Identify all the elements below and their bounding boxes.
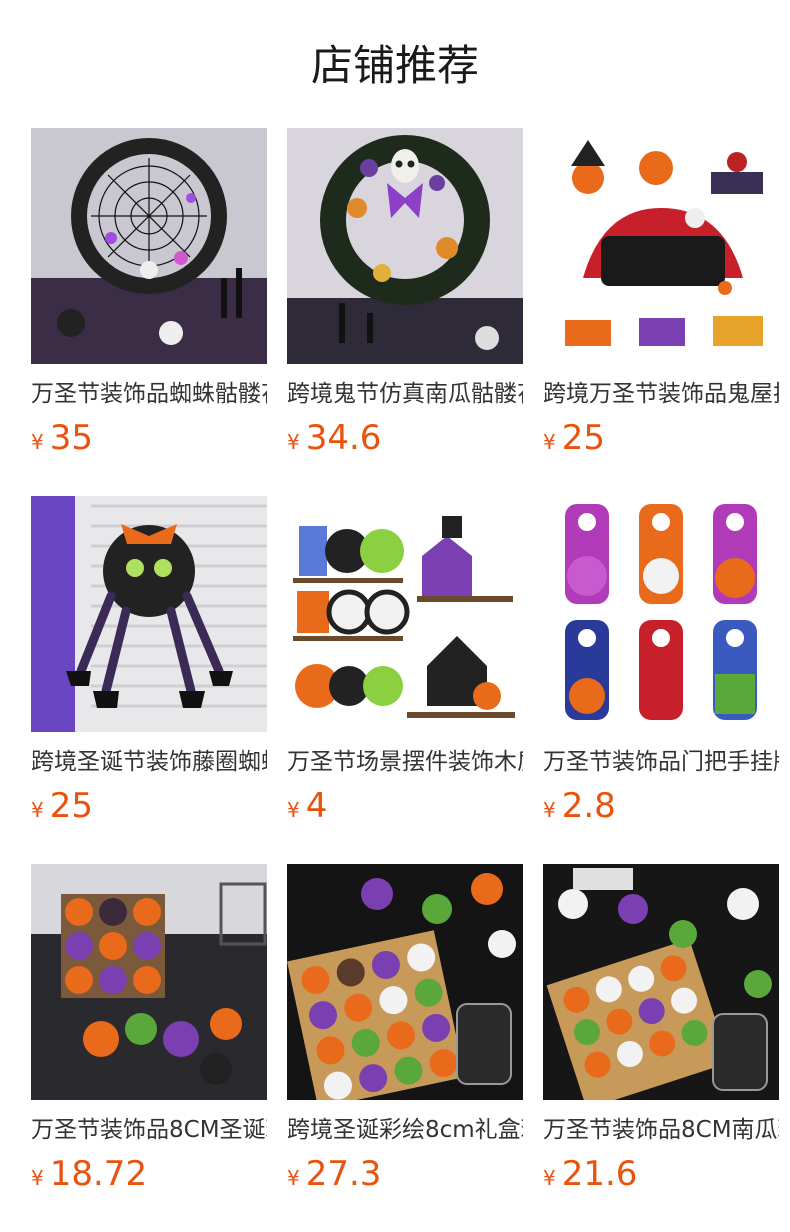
currency-symbol: ¥ <box>543 430 556 454</box>
product-image[interactable] <box>287 864 523 1100</box>
price-amount: 25 <box>561 418 605 458</box>
product-image[interactable] <box>31 864 267 1100</box>
price-amount: 21.6 <box>561 1154 638 1194</box>
price-amount: 27.3 <box>305 1154 382 1194</box>
product-price: ¥34.6 <box>287 418 523 458</box>
product-name[interactable]: 万圣节装饰品8CM圣诞球 <box>31 1114 267 1146</box>
currency-symbol: ¥ <box>31 430 44 454</box>
product-name[interactable]: 跨境圣诞节装饰藤圈蜘蛛挂件 <box>31 746 267 778</box>
product-name[interactable]: 万圣节装饰品门把手挂牌 <box>543 746 779 778</box>
product-price: ¥21.6 <box>543 1154 779 1194</box>
product-name[interactable]: 万圣节装饰品蜘蛛骷髅花环 <box>31 378 267 410</box>
product-card[interactable]: 跨境圣诞节装饰藤圈蜘蛛挂件 ¥25 <box>31 496 267 864</box>
price-amount: 2.8 <box>561 786 616 826</box>
price-amount: 25 <box>49 786 93 826</box>
product-name[interactable]: 跨境鬼节仿真南瓜骷髅花环 <box>287 378 523 410</box>
price-amount: 34.6 <box>305 418 382 458</box>
product-card[interactable]: 万圣节装饰品蜘蛛骷髅花环 ¥35 <box>31 128 267 496</box>
product-image[interactable] <box>543 864 779 1100</box>
product-card[interactable]: 万圣节装饰品门把手挂牌 ¥2.8 <box>543 496 779 864</box>
currency-symbol: ¥ <box>31 1166 44 1190</box>
currency-symbol: ¥ <box>543 1166 556 1190</box>
product-card[interactable]: 万圣节装饰品8CM圣诞球 ¥18.72 <box>31 864 267 1232</box>
currency-symbol: ¥ <box>287 1166 300 1190</box>
product-card[interactable]: 万圣节场景摆件装饰木质 ¥4 <box>287 496 523 864</box>
price-amount: 35 <box>49 418 93 458</box>
product-price: ¥18.72 <box>31 1154 267 1194</box>
product-image[interactable] <box>543 128 779 364</box>
product-card[interactable]: 跨境万圣节装饰品鬼屋挂件 ¥25 <box>543 128 779 496</box>
product-price: ¥35 <box>31 418 267 458</box>
product-image[interactable] <box>31 128 267 364</box>
price-amount: 4 <box>305 786 328 826</box>
product-price: ¥25 <box>31 786 267 826</box>
product-card[interactable]: 跨境鬼节仿真南瓜骷髅花环 ¥34.6 <box>287 128 523 496</box>
currency-symbol: ¥ <box>287 430 300 454</box>
product-name[interactable]: 跨境圣诞彩绘8cm礼盒球 <box>287 1114 523 1146</box>
product-card[interactable]: 万圣节装饰品8CM南瓜球 ¥21.6 <box>543 864 779 1232</box>
product-name[interactable]: 万圣节场景摆件装饰木质 <box>287 746 523 778</box>
product-image[interactable] <box>31 496 267 732</box>
currency-symbol: ¥ <box>543 798 556 822</box>
page-title: 店铺推荐 <box>310 41 479 90</box>
product-price: ¥4 <box>287 786 523 826</box>
product-name[interactable]: 万圣节装饰品8CM南瓜球 <box>543 1114 779 1146</box>
currency-symbol: ¥ <box>31 798 44 822</box>
currency-symbol: ¥ <box>287 798 300 822</box>
product-price: ¥25 <box>543 418 779 458</box>
product-card[interactable]: 跨境圣诞彩绘8cm礼盒球 ¥27.3 <box>287 864 523 1232</box>
product-image[interactable] <box>287 128 523 364</box>
price-amount: 18.72 <box>49 1154 148 1194</box>
product-price: ¥27.3 <box>287 1154 523 1194</box>
product-name[interactable]: 跨境万圣节装饰品鬼屋挂件 <box>543 378 779 410</box>
product-price: ¥2.8 <box>543 786 779 826</box>
product-image[interactable] <box>543 496 779 732</box>
product-grid: 万圣节装饰品蜘蛛骷髅花环 ¥35 <box>31 128 790 1232</box>
product-image[interactable] <box>287 496 523 732</box>
